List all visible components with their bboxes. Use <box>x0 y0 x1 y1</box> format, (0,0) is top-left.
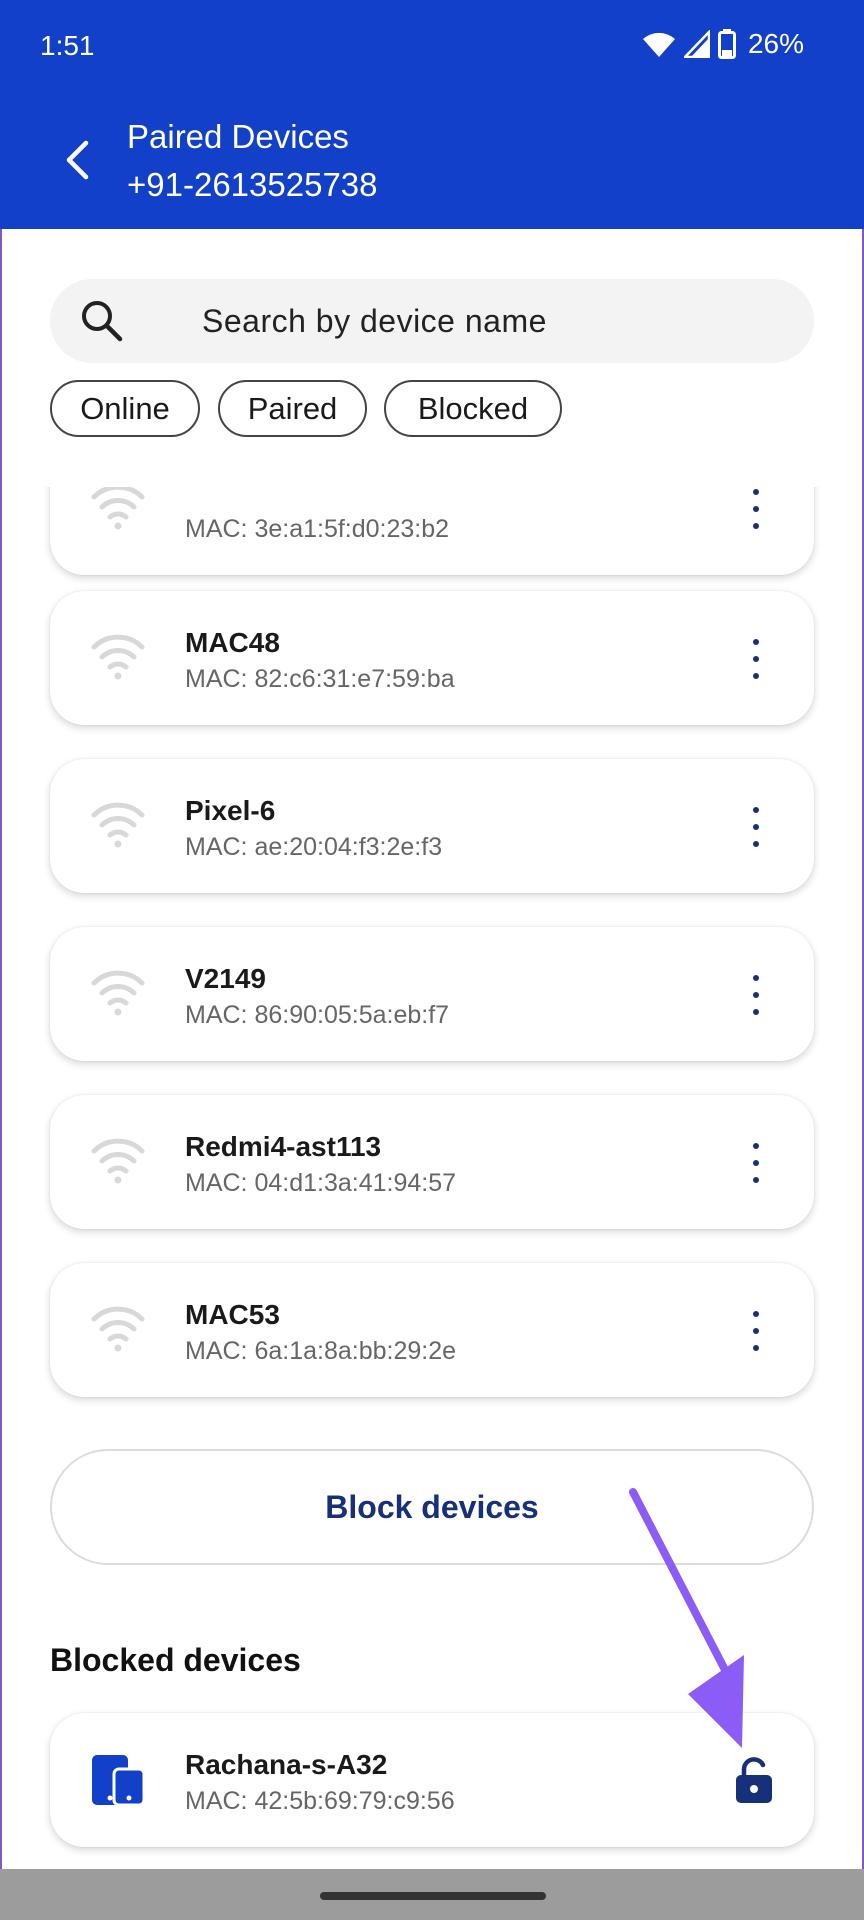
device-name: MAC53 <box>185 1299 280 1330</box>
device-mac: MAC: ae:20:04:f3:2e:f3 <box>185 833 443 861</box>
device-mac: MAC: 42:5b:69:79:c9:56 <box>185 1787 455 1815</box>
page-title: Paired Devices <box>127 118 349 155</box>
device-mac: MAC: 6a:1a:8a:bb:29:2e <box>185 1337 457 1365</box>
annotation-arrow-icon <box>629 1488 744 1748</box>
device-card[interactable]: V2149 MAC: 86:90:05:5a:eb:f7 <box>50 927 814 1061</box>
wifi-signal-icon <box>91 802 145 848</box>
wifi-signal-icon <box>91 634 145 680</box>
back-button[interactable] <box>52 130 102 190</box>
filter-chip-blocked[interactable]: Blocked <box>384 380 562 437</box>
device-card[interactable]: MAC48 MAC: 82:c6:31:e7:59:ba <box>50 591 814 725</box>
blocked-devices-heading: Blocked devices <box>50 1642 301 1678</box>
device-mac: MAC: 3e:a1:5f:d0:23:b2 <box>185 515 450 543</box>
search-icon <box>82 301 123 342</box>
page-subtitle: +91-2613525738 <box>127 166 378 203</box>
battery-percent: 26% <box>747 28 804 59</box>
more-options-icon[interactable] <box>744 635 768 683</box>
home-gesture-handle[interactable] <box>320 1892 546 1900</box>
device-card[interactable]: MAC53 MAC: 6a:1a:8a:bb:29:2e <box>50 1263 814 1397</box>
unlock-icon[interactable] <box>732 1755 776 1805</box>
wifi-signal-icon <box>91 487 145 530</box>
device-name: Redmi4-ast113 <box>185 1131 382 1162</box>
wifi-signal-icon <box>91 1306 145 1352</box>
more-options-icon[interactable] <box>744 971 768 1019</box>
wifi-signal-icon <box>91 970 145 1016</box>
wifi-icon <box>642 32 675 57</box>
device-card[interactable]: Pixel-6 MAC: ae:20:04:f3:2e:f3 <box>50 759 814 893</box>
filter-chip-paired[interactable]: Paired <box>218 380 367 437</box>
more-options-icon[interactable] <box>744 1307 768 1355</box>
device-name: Rachana-s-A32 <box>185 1749 388 1780</box>
app-bar: 1:51 26% Paired Devices +91-2613525738 <box>0 0 864 229</box>
status-icons: 26% <box>642 28 804 60</box>
more-options-icon[interactable] <box>744 487 768 533</box>
device-mac: MAC: 86:90:05:5a:eb:f7 <box>185 1001 450 1029</box>
search-input[interactable] <box>202 279 782 363</box>
more-options-icon[interactable] <box>744 1139 768 1187</box>
device-card[interactable]: Redmi4-ast113 MAC: 04:d1:3a:41:94:57 <box>50 1095 814 1229</box>
device-name: MAC48 <box>185 627 280 658</box>
filter-chip-online[interactable]: Online <box>50 380 200 437</box>
devices-icon <box>92 1755 146 1807</box>
wifi-signal-icon <box>91 1138 145 1184</box>
battery-icon <box>717 29 736 59</box>
more-options-icon[interactable] <box>744 803 768 851</box>
device-card[interactable]: MAC: 3e:a1:5f:d0:23:b2 <box>50 487 814 575</box>
device-mac: MAC: 04:d1:3a:41:94:57 <box>185 1169 457 1197</box>
search-bar[interactable] <box>50 279 814 363</box>
status-time: 1:51 <box>40 30 95 61</box>
device-mac: MAC: 82:c6:31:e7:59:ba <box>185 665 455 693</box>
device-name: Pixel-6 <box>185 795 276 826</box>
cell-signal-icon <box>683 30 710 58</box>
back-arrow-icon <box>66 140 89 180</box>
device-name: V2149 <box>185 963 266 994</box>
